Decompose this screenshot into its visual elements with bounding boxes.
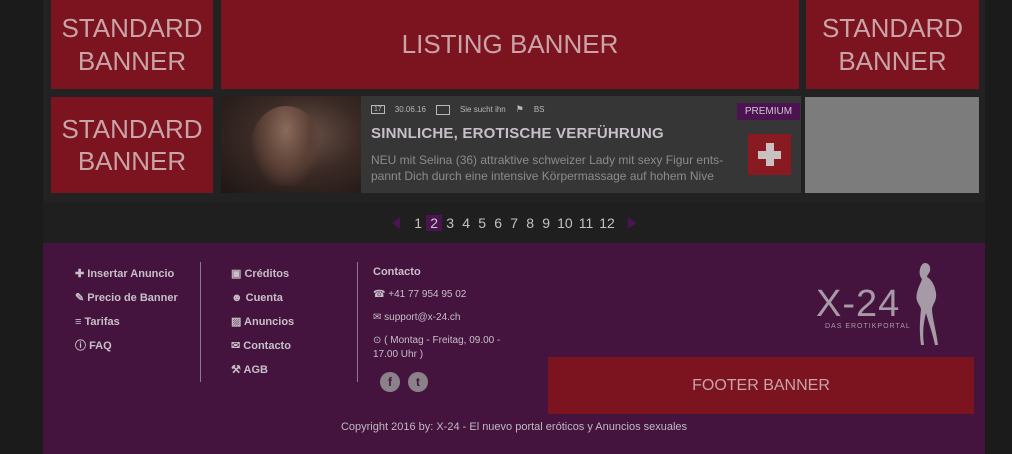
page-link[interactable]: 1: [410, 215, 426, 231]
ad-placeholder[interactable]: [805, 97, 979, 193]
tag-icon: ✎: [75, 292, 88, 304]
contact-email[interactable]: ✉ support@x-24.ch: [373, 311, 523, 325]
site-logo[interactable]: X-24 DAS EROTIKPORTAL: [813, 261, 973, 351]
footer-column-2: ▣ Créditos ☻ Cuenta ▨ Anuncios ✉ Contact…: [231, 267, 341, 387]
standard-banner-top-right[interactable]: STANDARD BANNER: [806, 0, 979, 89]
footer-link-insertar-anuncio[interactable]: ✚ Insertar Anuncio: [75, 267, 195, 281]
footer-divider: [357, 262, 358, 382]
page-link[interactable]: 8: [522, 215, 538, 231]
page-container: STANDARD BANNER LISTING BANNER STANDARD …: [43, 0, 985, 454]
page-link[interactable]: 7: [506, 215, 522, 231]
social-links: f t: [380, 372, 428, 392]
page-link[interactable]: 3: [442, 215, 458, 231]
footer-link-cuenta[interactable]: ☻ Cuenta: [231, 291, 341, 305]
page-link[interactable]: 10: [554, 215, 576, 231]
pagination: 1 2 3 4 5 6 7 8 9 10 11 12: [43, 203, 985, 243]
facebook-icon[interactable]: f: [380, 372, 400, 392]
page-link[interactable]: 4: [458, 215, 474, 231]
copyright: Copyright 2016 by: X-24 - El nuevo porta…: [340, 421, 688, 433]
envelope-icon: [435, 104, 450, 115]
footer-column-1: ✚ Insertar Anuncio ✎ Precio de Banner ≡ …: [75, 267, 195, 363]
footer-link-contacto[interactable]: ✉ Contacto: [231, 339, 341, 353]
phone-icon: ☎: [373, 289, 389, 300]
listing-canton: BS: [533, 105, 545, 114]
user-icon: ☻: [231, 292, 246, 304]
money-icon: ▣: [231, 268, 245, 280]
pagination-next-icon[interactable]: [627, 217, 636, 229]
listing-banner[interactable]: LISTING BANNER: [221, 0, 799, 89]
logo-text: X-24: [816, 283, 901, 325]
footer-link-creditos[interactable]: ▣ Créditos: [231, 267, 341, 281]
clock-icon: ⊙: [373, 335, 385, 346]
page-link[interactable]: 11: [576, 215, 597, 231]
page-link[interactable]: 12: [596, 215, 618, 231]
page-link[interactable]: 6: [490, 215, 506, 231]
contact-hours: ⊙ ( Montag - Freitag, 09.00 - 17.00 Uhr …: [373, 335, 501, 360]
envelope-icon: ✉: [373, 312, 385, 323]
logo-subtitle: DAS EROTIKPORTAL: [825, 323, 911, 330]
page-link[interactable]: 9: [538, 215, 554, 231]
footer-divider: [200, 262, 201, 382]
twitter-icon[interactable]: t: [408, 372, 428, 392]
site-footer: ✚ Insertar Anuncio ✎ Precio de Banner ≡ …: [43, 243, 985, 454]
plus-icon: ✚: [75, 268, 88, 280]
footer-banner[interactable]: FOOTER BANNER: [548, 357, 974, 414]
standard-banner-top-left[interactable]: STANDARD BANNER: [51, 0, 213, 89]
listing-seeking: Sie sucht ihn: [459, 105, 506, 114]
footer-link-faq[interactable]: ⓘ FAQ: [75, 339, 195, 353]
footer-link-anuncios[interactable]: ▨ Anuncios: [231, 315, 341, 329]
footer-link-tarifas[interactable]: ≡ Tarifas: [75, 315, 195, 329]
listing-meta: 17 30.06.16 Sie sucht ihn ⚑ BS: [371, 104, 545, 115]
gavel-icon: ⚒: [231, 364, 244, 376]
premium-badge: PREMIUM: [737, 103, 800, 120]
listing-date: 30.06.16: [394, 105, 426, 114]
flag-icon: ⚑: [515, 104, 524, 114]
contact-phone[interactable]: ☎ +41 77 954 95 02: [373, 288, 523, 302]
listing-thumbnail[interactable]: [221, 96, 361, 193]
calendar-icon: 17: [371, 104, 385, 115]
page-link-current[interactable]: 2: [426, 215, 443, 231]
envelope-icon: ✉: [231, 340, 244, 352]
page-link[interactable]: 5: [474, 215, 490, 231]
info-icon: ⓘ: [75, 340, 90, 352]
listing-card[interactable]: 17 30.06.16 Sie sucht ihn ⚑ BS SINNLICHE…: [221, 96, 801, 193]
pagination-prev-icon[interactable]: [392, 217, 401, 229]
footer-contact: Contacto ☎ +41 77 954 95 02 ✉ support@x-…: [373, 266, 523, 371]
contact-heading: Contacto: [373, 266, 421, 278]
logo-silhouette-icon: [916, 263, 938, 345]
standard-banner-mid-left[interactable]: STANDARD BANNER: [51, 97, 213, 193]
swiss-flag-icon: [748, 134, 791, 175]
listing-description: NEU mit Selina (36) attraktive schweizer…: [371, 153, 724, 183]
footer-link-precio-banner[interactable]: ✎ Precio de Banner: [75, 291, 195, 305]
image-icon: ▨: [231, 316, 245, 328]
listing-title[interactable]: SINNLICHE, EROTISCHE VERFÜHRUNG: [371, 125, 664, 142]
thumbnail-figure: [251, 106, 321, 186]
footer-link-agb[interactable]: ⚒ AGB: [231, 363, 341, 377]
